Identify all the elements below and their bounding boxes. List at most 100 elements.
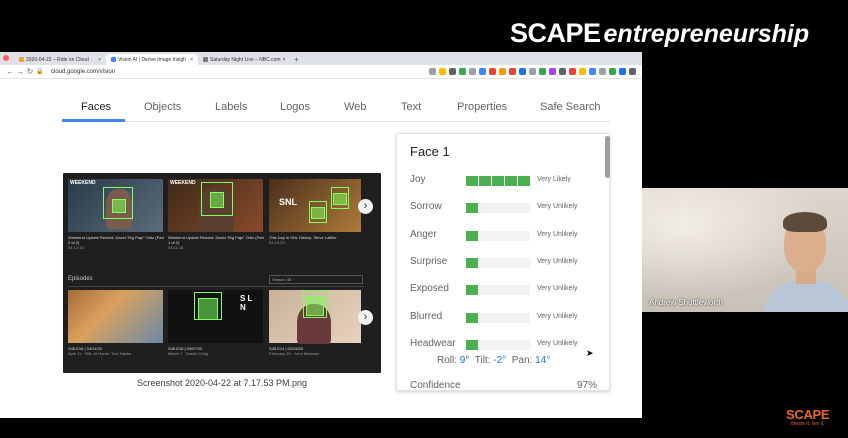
browser-extension-icon[interactable] <box>619 68 626 75</box>
tab-safe-search[interactable]: Safe Search <box>540 101 601 113</box>
browser-extension-icon[interactable] <box>509 68 516 75</box>
presenter-hair <box>783 212 827 232</box>
result-tabs: Faces Objects Labels Logos Web Text Prop… <box>62 79 610 122</box>
thumbnail-banner: SNL <box>279 197 297 207</box>
tab-properties[interactable]: Properties <box>457 101 507 113</box>
lock-icon: 🔒 <box>36 68 44 75</box>
browser-extension-icon[interactable] <box>439 68 446 75</box>
episode-sub: March 7 · Daniel Craig <box>168 351 209 356</box>
forward-arrow-icon[interactable]: → <box>15 65 25 79</box>
episode-thumbnail[interactable]: S LN <box>168 290 263 343</box>
likelihood-bar-segment <box>479 176 491 186</box>
browser-extension-icon[interactable] <box>549 68 556 75</box>
browser-tab-label: Saturday Night Live – NBC.com <box>210 57 281 63</box>
card-scrollbar[interactable] <box>605 136 610 178</box>
browser-extension-icon[interactable] <box>589 68 596 75</box>
season-select[interactable]: Season 45 <box>269 275 363 284</box>
likelihood-bar-segment <box>518 285 530 295</box>
tab-logos[interactable]: Logos <box>280 101 310 113</box>
likelihood-label: Surprise <box>410 255 448 267</box>
video-meta: 04:14:23 <box>269 240 285 245</box>
browser-extension-icon[interactable] <box>599 68 606 75</box>
close-tab-icon[interactable]: × <box>283 57 286 65</box>
likelihood-bar-segment <box>518 231 530 241</box>
reload-icon[interactable]: ↻ <box>25 65 35 79</box>
tab-faces[interactable]: Faces <box>81 101 111 113</box>
likelihood-value: Very Unlikely <box>537 312 578 320</box>
tab-text[interactable]: Text <box>401 101 421 113</box>
likelihood-bar-segment <box>466 312 478 323</box>
browser-extension-icon[interactable] <box>519 68 526 75</box>
back-arrow-icon[interactable]: ← <box>5 65 15 79</box>
thumbnail-banner: WEEKEND <box>70 180 96 186</box>
tab-objects[interactable]: Objects <box>144 101 181 113</box>
carousel-next-arrow-icon[interactable]: › <box>358 199 373 214</box>
likelihood-bar <box>466 203 530 214</box>
new-tab-button[interactable]: + <box>290 54 303 65</box>
browser-extension-icon[interactable] <box>449 68 456 75</box>
likelihood-label: Anger <box>410 228 437 240</box>
likelihood-bar-segment <box>518 313 530 323</box>
browser-extension-icon[interactable] <box>579 68 586 75</box>
likelihood-label: Joy <box>410 174 426 185</box>
drive-icon <box>19 57 24 62</box>
browser-extension-icon[interactable] <box>479 68 486 75</box>
browser-tab[interactable]: Vision AI | Derive Image Insigh × <box>106 54 198 65</box>
browser-extension-icon[interactable] <box>459 68 466 75</box>
browser-extension-icon[interactable] <box>499 68 506 75</box>
extension-icons <box>429 68 636 75</box>
face-title: Face 1 <box>410 144 450 159</box>
video-caption: Weekend Update Rewind: David "Big Papi" … <box>168 235 264 250</box>
likelihood-row: Headwear Very Unlikely <box>410 338 600 352</box>
likelihood-label: Headwear <box>410 337 456 349</box>
tab-web[interactable]: Web <box>344 101 366 113</box>
browser-extension-icon[interactable] <box>469 68 476 75</box>
likelihood-bar-segment <box>466 230 478 241</box>
brand-name-scape: SCAPE <box>510 18 601 48</box>
close-tab-icon[interactable]: × <box>190 57 193 65</box>
browser-extension-icon[interactable] <box>609 68 616 75</box>
episodes-heading: Episodes <box>68 276 93 282</box>
webcam-tile: Andrew Shuttleworth <box>642 188 848 312</box>
video-thumbnail[interactable]: SNL <box>269 179 361 232</box>
likelihood-bar <box>466 339 530 350</box>
likelihood-bar-segment <box>492 231 504 241</box>
likelihood-bar-segment <box>492 203 504 213</box>
episode-caption: S45 E16 | 03/07/20 March 7 · Daniel Crai… <box>168 346 264 356</box>
likelihood-bar <box>466 230 530 241</box>
likelihood-bar-segment <box>492 340 504 350</box>
likelihood-bar-segment <box>466 176 478 186</box>
likelihood-bar-segment <box>479 313 491 323</box>
browser-extension-icon[interactable] <box>569 68 576 75</box>
likelihood-bar <box>466 176 530 186</box>
browser-tab[interactable]: Saturday Night Live – NBC.com × <box>198 54 290 65</box>
google-cloud-icon <box>111 57 116 62</box>
likelihood-bar-segment <box>466 203 478 214</box>
browser-extension-icon[interactable] <box>489 68 496 75</box>
likelihood-bar-segment <box>505 258 517 268</box>
likelihood-row: Anger Very Unlikely <box>410 229 600 243</box>
video-thumbnail[interactable]: WEEKEND <box>68 179 163 232</box>
browser-extension-icon[interactable] <box>559 68 566 75</box>
browser-extension-icon[interactable] <box>529 68 536 75</box>
window-close-icon[interactable] <box>3 55 9 61</box>
browser-tab[interactable]: 2020-04-22 – Ride on Cloud · × <box>14 54 106 65</box>
face-landmark-overlay <box>198 298 218 320</box>
episode-sub: April 11 · SNL At Home: Tom Hanks <box>68 351 132 356</box>
video-meta: 04:11:15 <box>168 245 184 250</box>
carousel-next-arrow-icon[interactable]: › <box>358 310 373 325</box>
episode-thumbnail[interactable] <box>68 290 163 343</box>
browser-extension-icon[interactable] <box>629 68 636 75</box>
tab-labels[interactable]: Labels <box>215 101 247 113</box>
episode-thumbnail[interactable] <box>269 290 361 344</box>
url-field[interactable]: cloud.google.com/vision <box>51 69 115 75</box>
close-tab-icon[interactable]: × <box>98 57 101 65</box>
likelihood-bar-segment <box>492 176 504 186</box>
likelihood-bar-segment <box>492 285 504 295</box>
browser-extension-icon[interactable] <box>539 68 546 75</box>
likelihood-row: Sorrow Very Unlikely <box>410 201 600 215</box>
video-thumbnail[interactable]: WEEKEND <box>168 179 263 232</box>
browser-extension-icon[interactable] <box>429 68 436 75</box>
selected-tab-indicator <box>62 119 125 122</box>
likelihood-label: Blurred <box>410 310 443 322</box>
